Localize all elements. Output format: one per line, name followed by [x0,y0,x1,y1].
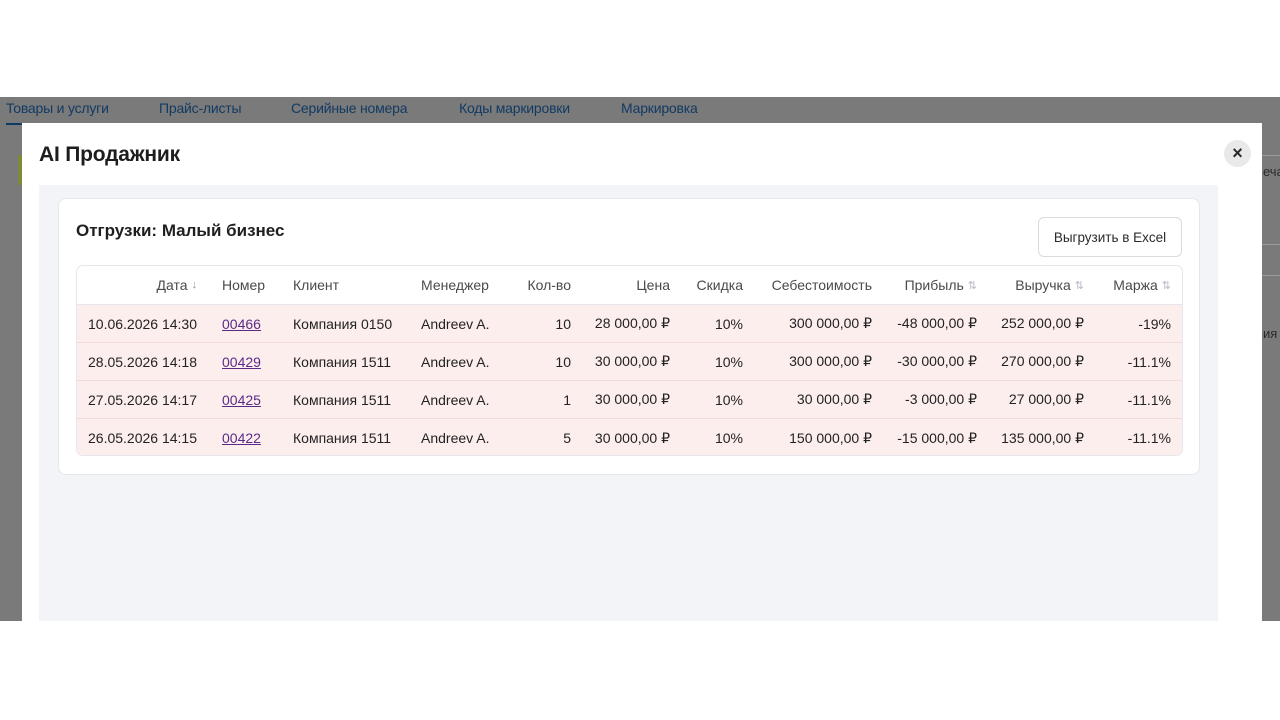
cell-number: 00425 [222,381,282,418]
cell-margin: -11.1% [1127,391,1171,408]
app-right-label-2: ия [1263,326,1278,341]
card-title: Отгрузки: Малый бизнес [76,221,285,240]
col-header-cost: Себестоимость [771,277,872,293]
app-right-label-1: еча [1263,164,1280,179]
table-row: 27.05.2026 14:17 00425 Компания 1511 And… [77,381,1182,419]
cell-number: 00422 [222,419,282,455]
shipments-card: Отгрузки: Малый бизнес Выгрузить в Excel… [58,198,1200,475]
sort-icon: ⇅ [1161,279,1171,292]
cell-client: Компания 0150 [293,315,393,332]
document-number-link[interactable]: 00425 [222,392,261,408]
cell-manager: Andreev A. [421,430,490,446]
cell-date: 28.05.2026 14:18 [88,353,197,370]
cell-profit: -48 000,00 ₽ [897,315,977,331]
cell-discount: 10% [714,353,743,370]
cell-date: 10.06.2026 14:30 [88,315,197,332]
cell-quantity: 5 [563,430,571,446]
cell-profit: -15 000,00 ₽ [897,429,977,446]
cell-margin: -19% [1138,315,1171,332]
cell-quantity: 1 [563,391,571,408]
cell-revenue: 252 000,00 ₽ [1001,315,1084,331]
app-divider [1262,275,1280,276]
cell-cost: 30 000,00 ₽ [796,391,872,407]
cell-client: Компания 1511 [293,430,392,446]
sort-icon: ⇅ [1074,279,1084,292]
shipments-table: Дата ↓ Номер Клиент Менеджер Кол-во Цена … [76,265,1183,456]
modal-body: Отгрузки: Малый бизнес Выгрузить в Excel… [39,185,1218,621]
cell-manager: Andreev A. [421,391,490,408]
document-number-link[interactable]: 00429 [222,354,261,370]
cell-cost: 300 000,00 ₽ [789,315,872,331]
export-excel-button[interactable]: Выгрузить в Excel [1038,217,1182,257]
tab-price-lists[interactable]: Прайс-листы [159,100,242,116]
table-row: 10.06.2026 14:30 00466 Компания 0150 And… [77,305,1182,343]
document-number-link[interactable]: 00466 [222,316,261,332]
cell-number: 00429 [222,343,282,380]
cell-cost: 300 000,00 ₽ [789,353,872,369]
cell-margin: -11.1% [1127,353,1171,370]
close-icon[interactable]: × [1224,140,1251,167]
cell-discount: 10% [714,430,743,446]
cell-profit: -30 000,00 ₽ [897,353,977,369]
cell-number: 00466 [222,305,282,342]
cell-margin: -11.1% [1127,430,1171,446]
col-header-margin[interactable]: Маржа ⇅ [1089,266,1171,304]
table-header: Дата ↓ Номер Клиент Менеджер Кол-во Цена … [77,266,1182,305]
cell-price: 30 000,00 ₽ [594,391,670,407]
cell-cost: 150 000,00 ₽ [789,429,872,446]
sort-icon: ⇅ [967,279,977,292]
app-divider [1262,155,1280,156]
app-tab-bar: Товары и услуги Прайс-листы Серийные ном… [0,97,1280,125]
ai-sales-modal: AI Продажник Отгрузки: Малый бизнес Выгр… [22,123,1262,621]
cell-discount: 10% [714,391,743,408]
cell-revenue: 27 000,00 ₽ [1008,391,1084,407]
cell-date: 27.05.2026 14:17 [88,391,197,408]
col-header-manager: Менеджер [421,277,489,293]
cell-profit: -3 000,00 ₽ [905,391,977,407]
col-header-discount: Скидка [696,277,743,293]
col-header-revenue[interactable]: Выручка ⇅ [982,266,1084,304]
col-header-date[interactable]: Дата ↓ [77,266,197,304]
cell-manager: Andreev A. [421,315,490,332]
cell-manager: Andreev A. [421,353,490,370]
modal-title: AI Продажник [39,143,180,166]
sort-desc-icon: ↓ [191,279,198,291]
cell-client: Компания 1511 [293,353,392,370]
tab-goods-services[interactable]: Товары и услуги [6,100,109,125]
cell-date: 26.05.2026 14:15 [88,430,197,446]
tab-serial-numbers[interactable]: Серийные номера [291,100,407,116]
app-divider [1262,244,1280,245]
cell-price: 30 000,00 ₽ [594,353,670,369]
col-header-price: Цена [636,277,670,293]
col-header-number: Номер [222,277,266,293]
cell-client: Компания 1511 [293,391,392,408]
col-header-quantity: Кол-во [527,277,571,293]
cell-price: 28 000,00 ₽ [594,315,670,331]
table-row: 28.05.2026 14:18 00429 Компания 1511 And… [77,343,1182,381]
cell-discount: 10% [714,315,743,332]
cell-quantity: 10 [555,315,571,332]
cell-revenue: 135 000,00 ₽ [1001,429,1084,446]
cell-revenue: 270 000,00 ₽ [1001,353,1084,369]
table-row: 26.05.2026 14:15 00422 Компания 1511 And… [77,419,1182,455]
tab-marking-codes[interactable]: Коды маркировки [459,100,570,116]
tab-marking[interactable]: Маркировка [621,100,698,116]
col-header-profit[interactable]: Прибыль ⇅ [877,266,977,304]
cell-quantity: 10 [555,353,571,370]
document-number-link[interactable]: 00422 [222,430,261,446]
col-header-client: Клиент [293,277,340,293]
cell-price: 30 000,00 ₽ [594,429,670,446]
